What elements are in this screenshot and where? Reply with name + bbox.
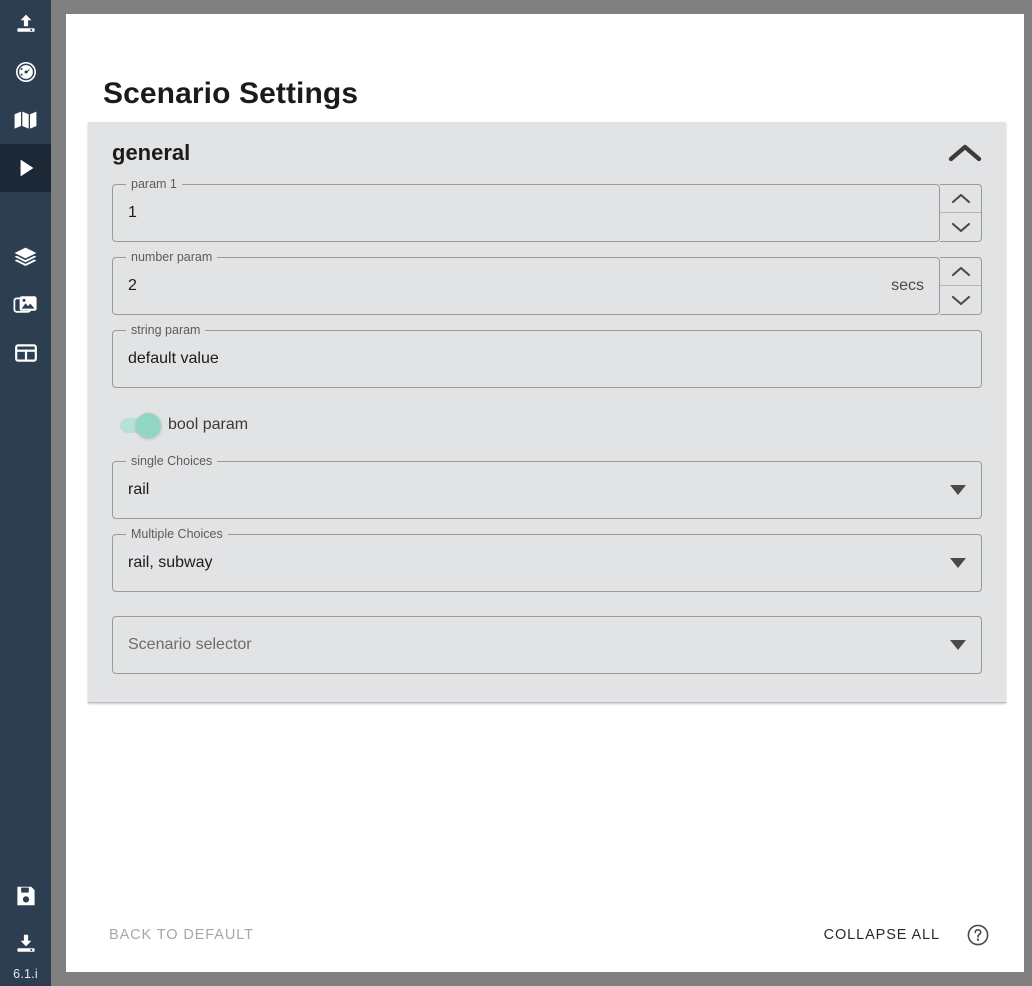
help-circle-icon[interactable] xyxy=(966,923,990,947)
chevron-down-icon[interactable] xyxy=(950,640,966,650)
sidebar-item-save[interactable] xyxy=(0,872,51,920)
param1-input[interactable]: param 1 1 xyxy=(112,177,940,242)
version-label: 6.1.i xyxy=(13,966,38,981)
gauge-icon xyxy=(14,60,38,84)
multiple-choices-select[interactable]: Multiple Choices rail, subway xyxy=(112,527,982,592)
scenario-selector-select[interactable]: Scenario selector xyxy=(112,616,982,674)
sidebar-item-table[interactable] xyxy=(0,329,51,377)
upload-icon xyxy=(14,12,38,36)
sidebar-item-map[interactable] xyxy=(0,96,51,144)
sidebar-item-play[interactable] xyxy=(0,144,51,192)
multiple-choices-label: Multiple Choices xyxy=(126,527,228,541)
string-param-value: default value xyxy=(128,350,219,367)
field-scenario-selector: Scenario selector xyxy=(112,616,982,674)
bool-param-label: bool param xyxy=(168,416,249,433)
field-multiple-choices: Multiple Choices rail, subway xyxy=(112,527,982,592)
accordion-title: general xyxy=(112,140,191,165)
map-icon xyxy=(13,108,38,132)
accordion-header-general[interactable]: general xyxy=(88,122,1006,184)
string-param-input[interactable]: string param default value xyxy=(112,323,982,388)
fields-container: param 1 1 number param 2 secs string par… xyxy=(88,177,1006,674)
single-choices-select[interactable]: single Choices rail xyxy=(112,454,982,519)
sidebar-item-dashboard[interactable] xyxy=(0,48,51,96)
field-bool-param: bool param xyxy=(120,403,982,447)
number-param-value: 2 xyxy=(128,277,137,294)
param1-label: param 1 xyxy=(126,177,182,191)
sidebar-item-upload[interactable] xyxy=(0,0,51,48)
param1-decrement-button[interactable] xyxy=(940,213,981,241)
save-icon xyxy=(15,885,37,907)
number-param-decrement-button[interactable] xyxy=(940,286,981,314)
field-param1: param 1 1 xyxy=(112,177,982,242)
number-param-stepper xyxy=(940,257,982,315)
field-string-param: string param default value xyxy=(112,323,982,388)
accordion-general: general param 1 1 number param 2 secs st… xyxy=(88,122,1006,703)
sidebar-item-layers[interactable] xyxy=(0,233,51,281)
single-choices-value: rail xyxy=(128,481,150,498)
chevron-down-icon[interactable] xyxy=(950,485,966,495)
back-to-default-button[interactable]: BACK TO DEFAULT xyxy=(103,919,260,951)
app-root: 6.1.i Scenario Settings general param 1 … xyxy=(0,0,1032,986)
page-title: Scenario Settings xyxy=(103,77,359,111)
images-icon xyxy=(13,293,38,317)
settings-card: Scenario Settings general param 1 1 numb… xyxy=(66,14,1024,972)
param1-value: 1 xyxy=(128,204,137,221)
string-param-label: string param xyxy=(126,323,206,337)
table-icon xyxy=(14,341,38,365)
sidebar-item-images[interactable] xyxy=(0,281,51,329)
number-param-suffix: secs xyxy=(891,277,924,294)
scenario-selector-value: Scenario selector xyxy=(128,636,252,653)
collapse-all-button[interactable]: COLLAPSE ALL xyxy=(818,919,946,951)
footer-actions: BACK TO DEFAULT COLLAPSE ALL xyxy=(66,898,1024,972)
param1-increment-button[interactable] xyxy=(940,185,981,213)
bool-param-toggle[interactable] xyxy=(120,412,161,438)
layers-icon xyxy=(13,245,38,269)
number-param-input[interactable]: number param 2 secs xyxy=(112,250,940,315)
single-choices-label: single Choices xyxy=(126,454,218,468)
number-param-increment-button[interactable] xyxy=(940,258,981,286)
field-number-param: number param 2 secs xyxy=(112,250,982,315)
sidebar-item-download[interactable] xyxy=(0,920,51,968)
number-param-label: number param xyxy=(126,250,218,264)
multiple-choices-value: rail, subway xyxy=(128,554,213,571)
sidebar: 6.1.i xyxy=(0,0,51,986)
play-icon xyxy=(14,156,38,180)
field-single-choices: single Choices rail xyxy=(112,454,982,519)
param1-stepper xyxy=(940,184,982,242)
chevron-up-icon[interactable] xyxy=(942,136,988,170)
download-icon xyxy=(14,932,38,956)
toggle-knob xyxy=(136,412,161,438)
chevron-down-icon[interactable] xyxy=(950,558,966,568)
